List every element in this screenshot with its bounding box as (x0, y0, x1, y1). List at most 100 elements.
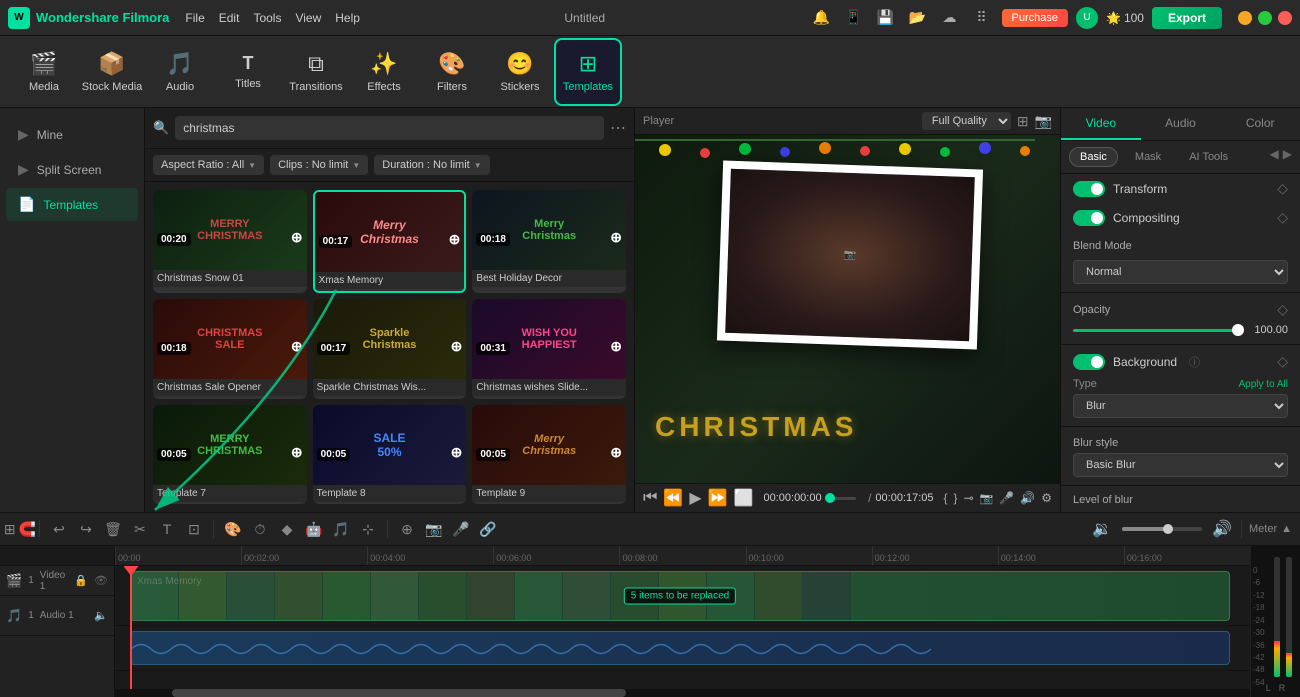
tool-filters[interactable]: 🎨 Filters (418, 38, 486, 106)
keyframe-icon[interactable]: ◆ (275, 517, 299, 541)
aspect-ratio-filter[interactable]: Aspect Ratio : All ▼ (153, 155, 264, 175)
menu-edit[interactable]: Edit (219, 11, 240, 25)
purchase-button[interactable]: Purchase (1002, 9, 1068, 27)
subtab-mask[interactable]: Mask (1124, 147, 1172, 167)
transform-expand-icon[interactable]: ◇ (1277, 180, 1288, 197)
timeline-ruler[interactable]: 00:00 00:02:00 00:04:00 00:06:00 00:08:0… (115, 546, 1250, 566)
cut-icon[interactable]: ✂ (128, 517, 152, 541)
background-toggle[interactable] (1073, 354, 1105, 370)
frame-forward-icon[interactable]: ⏩ (708, 488, 728, 508)
audio-clip-icon[interactable]: 🎵 (329, 517, 353, 541)
volume-icon[interactable]: 🔊 (1020, 491, 1035, 505)
camera-icon[interactable]: 📷 (980, 492, 994, 505)
skip-back-icon[interactable]: ⏮ (643, 489, 657, 507)
compositing-toggle[interactable] (1073, 210, 1105, 226)
delete-icon[interactable]: 🗑 (101, 517, 125, 541)
video-clip[interactable]: Xmas Memory (130, 571, 1230, 621)
template-card-xmas-memory[interactable]: MerryChristmas 00:17 ⊕ Xmas Memory (313, 190, 467, 293)
transform-toggle[interactable] (1073, 181, 1105, 197)
blur-style-selector[interactable]: Basic Blur Gaussian Blur (1073, 453, 1288, 477)
notification-icon[interactable]: 🔔 (810, 6, 834, 30)
volume-handle[interactable] (1163, 524, 1173, 534)
minimize-button[interactable]: − (1238, 11, 1252, 25)
audio-mute-icon[interactable]: 🔈 (94, 609, 108, 622)
save-icon[interactable]: 💾 (874, 6, 898, 30)
tool-transitions[interactable]: ⧉ Transitions (282, 38, 350, 106)
tab-video[interactable]: Video (1061, 108, 1141, 140)
template-card-9[interactable]: MerryChristmas 00:05 ⊕ Template 9 (472, 405, 626, 504)
sidebar-item-templates[interactable]: 📄 Templates (6, 188, 138, 221)
tab-audio[interactable]: Audio (1141, 108, 1221, 140)
export-button[interactable]: Export (1152, 7, 1222, 29)
link-icon[interactable]: 🔗 (476, 517, 500, 541)
template-card-wishes[interactable]: WISH YOUHAPPIEST 00:31 ⊕ Christmas wishe… (472, 299, 626, 398)
snapshot-icon[interactable]: 📷 (1035, 113, 1052, 130)
split-clip-icon[interactable]: ⊸ (964, 491, 974, 505)
tool-audio[interactable]: 🎵 Audio (146, 38, 214, 106)
blend-mode-selector[interactable]: Normal Multiply Screen Overlay (1073, 260, 1288, 284)
ai-icon[interactable]: 🤖 (302, 517, 326, 541)
bracket-end-icon[interactable]: } (954, 491, 958, 505)
background-type-selector[interactable]: Blur Color Image (1073, 394, 1288, 418)
crop-icon[interactable]: ⊡ (182, 517, 206, 541)
quality-selector[interactable]: Full Quality Half Quality (922, 112, 1011, 130)
meter-toggle[interactable]: Meter ▲ (1249, 523, 1292, 535)
mic-icon[interactable]: 🎤 (999, 491, 1014, 505)
cloud-icon[interactable]: ☁ (938, 6, 962, 30)
video-lock-icon[interactable]: 🔒 (74, 574, 88, 587)
opacity-slider[interactable] (1073, 329, 1244, 332)
undo-icon[interactable]: ↩ (47, 517, 71, 541)
duration-filter[interactable]: Duration : No limit ▼ (374, 155, 489, 175)
sidebar-item-split-screen[interactable]: ▶ Split Screen (6, 153, 138, 186)
maximize-button[interactable]: □ (1258, 11, 1272, 25)
text-icon[interactable]: T (155, 517, 179, 541)
tool-effects[interactable]: ✨ Effects (350, 38, 418, 106)
progress-bar[interactable] (830, 497, 856, 500)
add-track-icon[interactable]: ⊕ (395, 517, 419, 541)
color-icon[interactable]: 🎨 (221, 517, 245, 541)
clips-filter[interactable]: Clips : No limit ▼ (270, 155, 368, 175)
background-expand-icon[interactable]: ◇ (1277, 353, 1288, 370)
share-icon[interactable]: 📂 (906, 6, 930, 30)
volume-up-icon[interactable]: 🔊 (1210, 517, 1234, 541)
subtab-ai-tools[interactable]: AI Tools (1178, 147, 1239, 167)
opacity-expand-icon[interactable]: ◇ (1277, 301, 1288, 318)
audio-clip[interactable] (130, 631, 1230, 665)
tool-media[interactable]: 🎬 Media (10, 38, 78, 106)
template-card-holiday-decor[interactable]: MerryChristmas 00:18 ⊕ Best Holiday Deco… (472, 190, 626, 293)
tool-titles[interactable]: T Titles (214, 38, 282, 106)
template-card-7[interactable]: MERRYCHRISTMAS 00:05 ⊕ Template 7 (153, 405, 307, 504)
menu-file[interactable]: File (185, 11, 204, 25)
template-card-sale-opener[interactable]: CHRISTMASSALE 00:18 ⊕ Christmas Sale Ope… (153, 299, 307, 398)
grid-icon[interactable]: ⊞ (4, 521, 16, 538)
phone-icon[interactable]: 📱 (842, 6, 866, 30)
tool-stickers[interactable]: 😊 Stickers (486, 38, 554, 106)
compositing-expand-icon[interactable]: ◇ (1277, 209, 1288, 226)
play-icon[interactable]: ▶ (689, 488, 701, 508)
scrollbar-thumb[interactable] (172, 689, 626, 697)
close-button[interactable]: × (1278, 11, 1292, 25)
tab-color[interactable]: Color (1220, 108, 1300, 140)
subtab-basic[interactable]: Basic (1069, 147, 1118, 167)
more-options-icon[interactable]: ⋯ (610, 118, 626, 138)
sidebar-item-mine[interactable]: ▶ Mine (6, 118, 138, 151)
progress-handle[interactable] (825, 493, 835, 503)
speed-icon[interactable]: ⏱ (248, 517, 272, 541)
template-card-sparkle[interactable]: SparkleChristmas 00:17 ⊕ Sparkle Christm… (313, 299, 467, 398)
template-card-8[interactable]: SALE50% 00:05 ⊕ Template 8 (313, 405, 467, 504)
menu-view[interactable]: View (295, 11, 321, 25)
search-input[interactable] (175, 116, 604, 140)
tool-templates[interactable]: ⊞ Templates (554, 38, 622, 106)
volume-down-icon[interactable]: 🔉 (1090, 517, 1114, 541)
menu-help[interactable]: Help (335, 11, 360, 25)
menu-tools[interactable]: Tools (253, 11, 281, 25)
timeline-scrollbar[interactable] (115, 689, 1250, 697)
mic-tl-icon[interactable]: 🎤 (449, 517, 473, 541)
expand-preview-icon[interactable]: ⊞ (1017, 113, 1029, 130)
settings-icon[interactable]: ⚙ (1041, 491, 1052, 505)
video-eye-icon[interactable]: 👁 (94, 574, 108, 587)
split-icon[interactable]: ⊹ (356, 517, 380, 541)
tool-stock-media[interactable]: 📦 Stock Media (78, 38, 146, 106)
template-card-christmas-snow[interactable]: MERRYCHRISTMAS 00:20 ⊕ Christmas Snow 01 (153, 190, 307, 293)
redo-icon[interactable]: ↪ (74, 517, 98, 541)
